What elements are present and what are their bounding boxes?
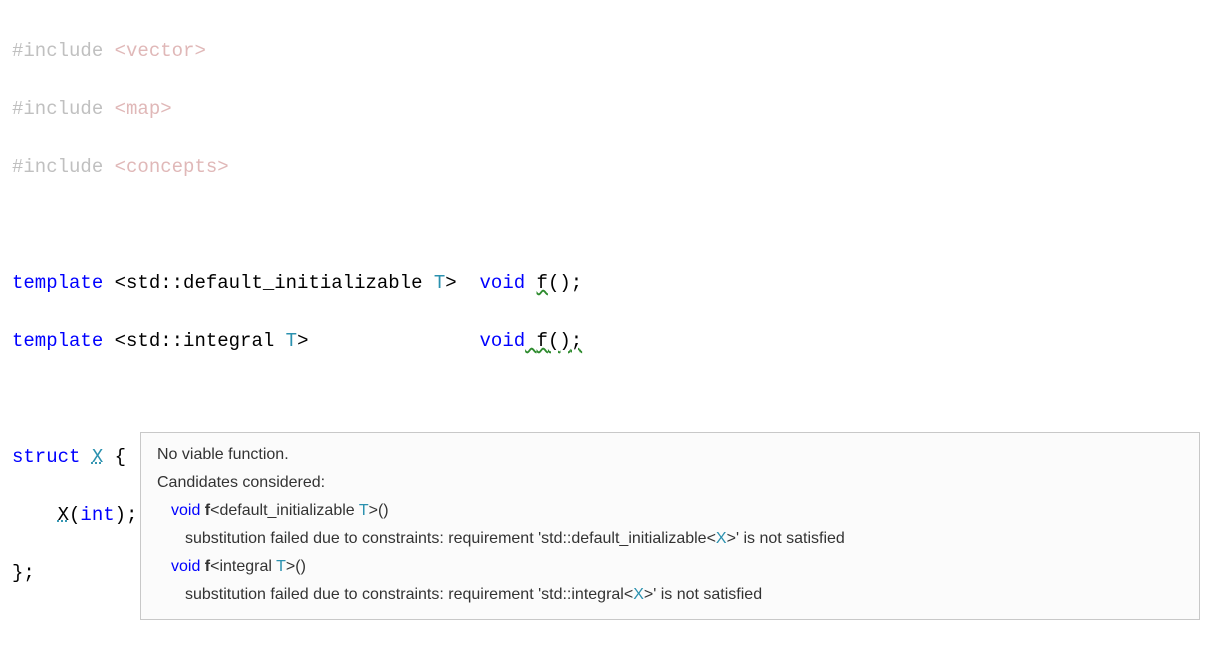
include-target: <vector> xyxy=(115,40,206,62)
concept-name: std::integral xyxy=(126,330,286,352)
template-param: T xyxy=(286,330,297,352)
ctor-name: X xyxy=(58,504,69,526)
code-line: #include <map> xyxy=(12,95,1212,124)
keyword-int: int xyxy=(80,504,114,526)
tooltip-candidate: void f<integral T>() xyxy=(157,553,1183,581)
tooltip-reason: substitution failed due to constraints: … xyxy=(157,581,1183,609)
tooltip-header: No viable function. xyxy=(157,441,1183,469)
include-directive: #include xyxy=(12,156,103,178)
tooltip-reason: substitution failed due to constraints: … xyxy=(157,525,1183,553)
keyword-void: void xyxy=(480,330,526,352)
keyword-template: template xyxy=(12,330,103,352)
concept-name: std::default_initializable xyxy=(126,272,434,294)
code-line xyxy=(12,385,1212,414)
func-decl-f: f xyxy=(537,272,548,294)
template-param: T xyxy=(434,272,445,294)
keyword-struct: struct xyxy=(12,446,80,468)
include-directive: #include xyxy=(12,98,103,120)
code-line: template <std::integral T> void f(); xyxy=(12,327,1212,356)
code-line: template <std::default_initializable T> … xyxy=(12,269,1212,298)
include-target: <concepts> xyxy=(115,156,229,178)
code-line: #include <concepts> xyxy=(12,153,1212,182)
code-line xyxy=(12,211,1212,240)
tooltip-candidate: void f<default_initializable T>() xyxy=(157,497,1183,525)
code-line xyxy=(12,617,1212,646)
code-line: #include <vector> xyxy=(12,37,1212,66)
error-tooltip: No viable function. Candidates considere… xyxy=(140,432,1200,620)
include-directive: #include xyxy=(12,40,103,62)
struct-name: X xyxy=(92,446,103,468)
keyword-template: template xyxy=(12,272,103,294)
tooltip-subheader: Candidates considered: xyxy=(157,469,1183,497)
keyword-void: void xyxy=(480,272,526,294)
include-target: <map> xyxy=(115,98,172,120)
func-decl-f: f xyxy=(537,330,548,352)
